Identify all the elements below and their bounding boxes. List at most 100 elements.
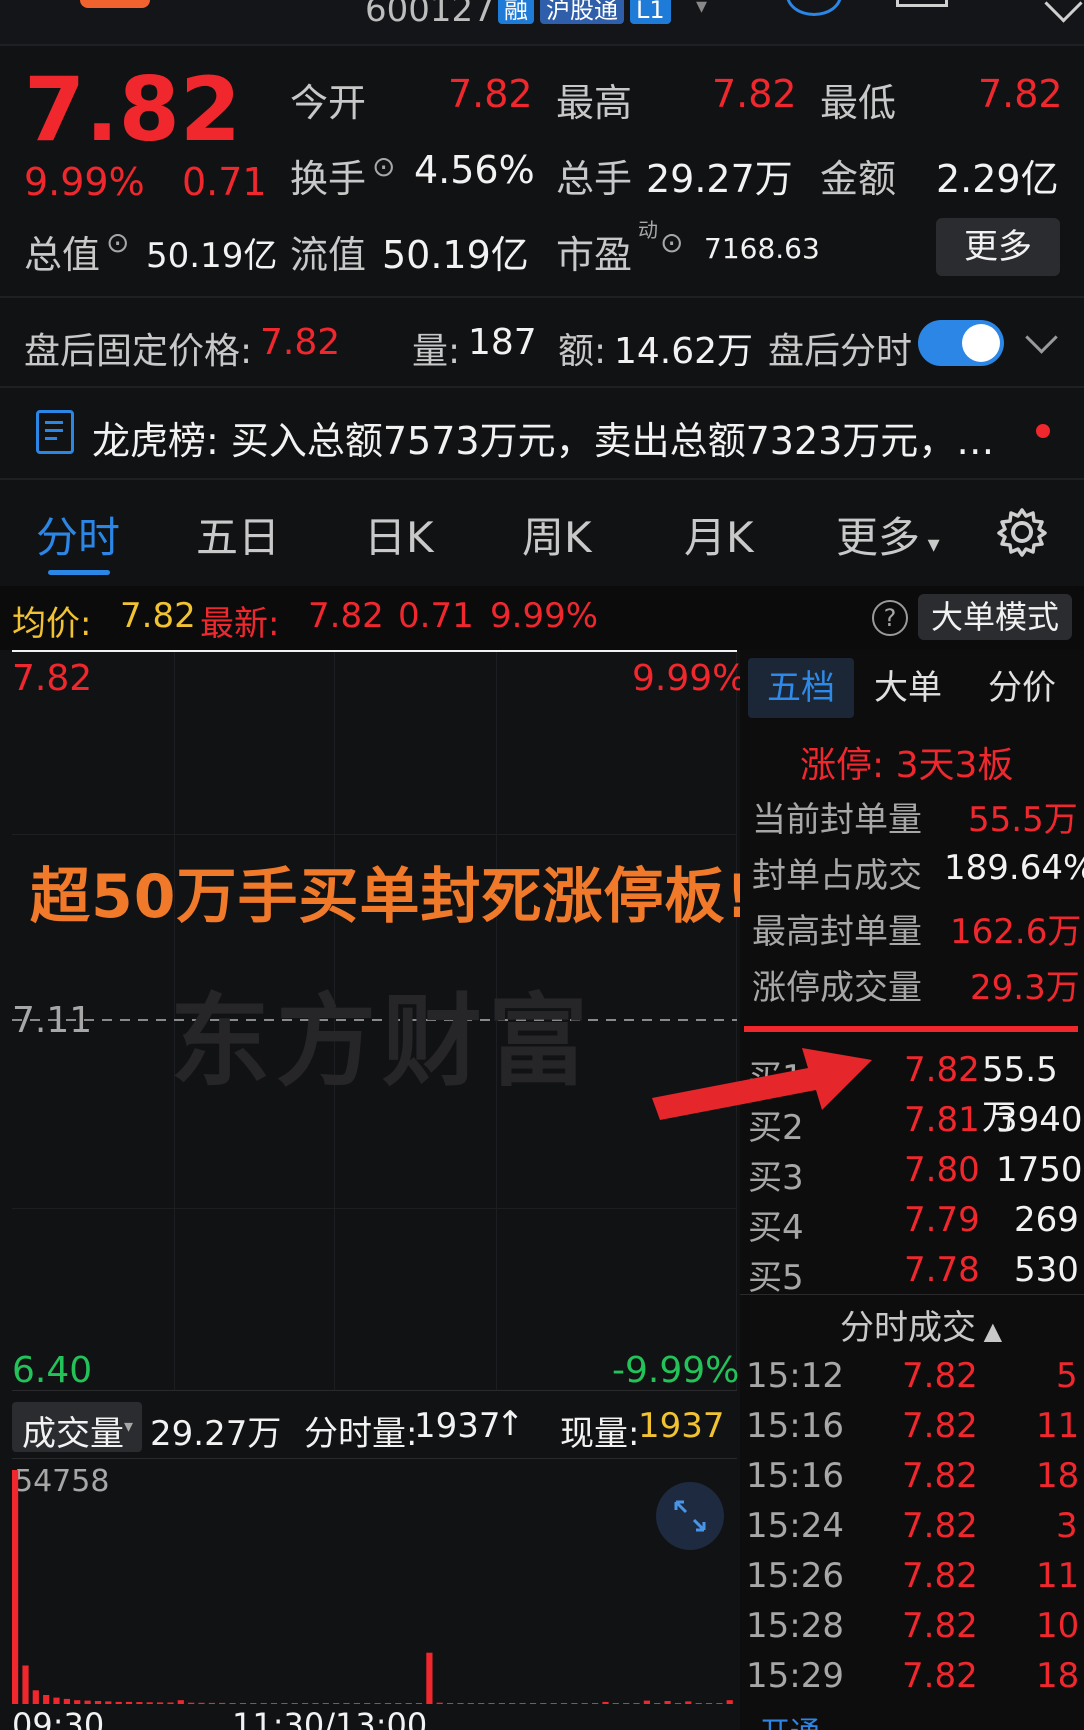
volume-bar (685, 1701, 692, 1704)
volume-bar (291, 1703, 298, 1704)
unread-dot (1036, 424, 1050, 438)
limit-up-streak: 涨停: 3天3板 (800, 745, 1014, 786)
volume-bar (726, 1700, 733, 1704)
tick-qty: 3 (1056, 1506, 1078, 1546)
x-axis-mid: 11:30/13:00 (232, 1706, 427, 1730)
caret-down-icon: ▾ (124, 1416, 134, 1437)
after-hours-toggle[interactable] (918, 320, 1004, 366)
chevron-down-icon[interactable]: ▾ (696, 0, 707, 19)
tab-five-day[interactable]: 五日 (196, 504, 280, 565)
volume-bar (125, 1701, 133, 1704)
latest-change: 0.71 (398, 596, 474, 636)
stat-value: 189.64% (944, 848, 1084, 888)
more-button[interactable]: 更多 (936, 218, 1060, 276)
avg-value: 7.82 (120, 596, 196, 636)
gear-icon[interactable] (996, 506, 1048, 558)
tab-price-dist[interactable]: 分价 (988, 658, 1056, 718)
volume-bar (353, 1703, 360, 1704)
volume-bar (157, 1702, 164, 1704)
open-account-label: 开通 (760, 1716, 820, 1730)
annotation-arrow-icon (652, 1048, 872, 1120)
divider-red (744, 1026, 1078, 1032)
stat-label: 当前封单量 (752, 800, 922, 840)
volume-bar (560, 1703, 568, 1704)
chevron-down-icon[interactable] (1025, 321, 1058, 354)
bid-qty: 269 (1014, 1200, 1079, 1240)
tab-big-orders[interactable]: 大单 (874, 658, 942, 718)
volume-bar (167, 1702, 174, 1704)
x-axis-start-label: 09:30 (12, 1706, 105, 1730)
tick-qty: 18 (1036, 1456, 1080, 1496)
after-hours-price-label: 盘后固定价格: (24, 331, 253, 372)
fullscreen-button[interactable] (656, 1482, 724, 1550)
stat-value: 162.6万 (950, 912, 1082, 952)
high-value: 7.82 (712, 72, 797, 116)
volume-bar (633, 1703, 640, 1704)
bid-price: 7.81 (904, 1100, 980, 1140)
stat-label: 封单占成交 (752, 856, 922, 896)
tab-intraday[interactable]: 分时 (36, 504, 120, 565)
pct-axis-top: 9.99% (632, 658, 747, 699)
help-icon[interactable]: ? (872, 600, 908, 636)
info-icon[interactable]: ⊙ (660, 226, 683, 259)
volume-bar (519, 1703, 526, 1704)
volume-selector[interactable]: 成交量 ▾ (12, 1402, 142, 1454)
volume-bar (426, 1652, 433, 1704)
tab-more[interactable]: 更多 ▾ (836, 504, 940, 565)
volume-bar (540, 1703, 547, 1704)
volume-bar (405, 1703, 412, 1704)
volume-bar (115, 1701, 122, 1704)
volume-bar (322, 1703, 329, 1704)
volume-bar (478, 1703, 485, 1704)
info-icon[interactable]: ⊙ (372, 150, 395, 183)
tick-time: 15:16 (746, 1406, 844, 1446)
arrow-up-icon: ↑ (496, 1404, 525, 1444)
price-line-svg (12, 650, 737, 652)
volume-value: 29.27万 (646, 157, 793, 201)
amount-label: 金额 (820, 157, 897, 201)
turnover-label: 换手 (290, 157, 367, 201)
pe-label: 市盈 (556, 233, 633, 277)
high-label: 最高 (556, 81, 633, 125)
tag-group: 融沪股通 L1 (492, 0, 671, 24)
volume-bar (84, 1700, 91, 1704)
volume-bar (509, 1703, 516, 1704)
volume-bar (695, 1703, 702, 1704)
volume-bar (239, 1703, 247, 1704)
volume-bar (415, 1703, 423, 1704)
amount-value: 2.29亿 (936, 157, 1059, 201)
tick-qty: 11 (1036, 1556, 1080, 1596)
volume-bar (63, 1698, 70, 1704)
menu-icon[interactable] (896, 0, 948, 7)
tab-five-levels[interactable]: 五档 (748, 658, 854, 718)
volume-bars (12, 1470, 733, 1704)
big-order-mode-button[interactable]: 大单模式 (918, 594, 1072, 640)
tick-price: 7.82 (902, 1606, 978, 1646)
toggle-knob (962, 324, 1000, 362)
tick-time: 15:28 (746, 1606, 844, 1646)
ticks-title[interactable]: 分时成交 ▲ (840, 1300, 1002, 1349)
open-account-button[interactable]: 开通 (760, 1708, 960, 1730)
expand-icon[interactable] (1044, 0, 1083, 23)
minute-volume: 1937 (414, 1406, 501, 1446)
circle-icon[interactable] (786, 0, 842, 16)
news-ticker[interactable]: 龙虎榜: 买入总额7573万元，卖出总额7323万元，… (92, 410, 994, 465)
tick-time: 15:29 (746, 1656, 844, 1696)
volume-bar (467, 1703, 474, 1704)
tab-daily-k[interactable]: 日K (364, 504, 434, 565)
avg-label: 均价: (12, 604, 92, 644)
caret-up-icon: ▲ (976, 1317, 1003, 1345)
tick-qty: 5 (1056, 1356, 1078, 1396)
tab-monthly-k[interactable]: 月K (684, 504, 754, 565)
level-tag: L1 (630, 0, 671, 24)
info-icon[interactable]: ⊙ (106, 226, 129, 259)
volume-bar (395, 1703, 402, 1704)
after-hours-amt-label: 额: (558, 331, 607, 372)
connect-tag: 沪股通 (540, 0, 624, 24)
tab-weekly-k[interactable]: 周K (522, 504, 592, 565)
change-amount: 0.71 (182, 160, 267, 204)
tick-price: 7.82 (902, 1556, 978, 1596)
volume-selector-label: 成交量 (22, 1414, 124, 1454)
latest-pct: 9.99% (490, 596, 599, 636)
volume-bar (457, 1703, 464, 1704)
